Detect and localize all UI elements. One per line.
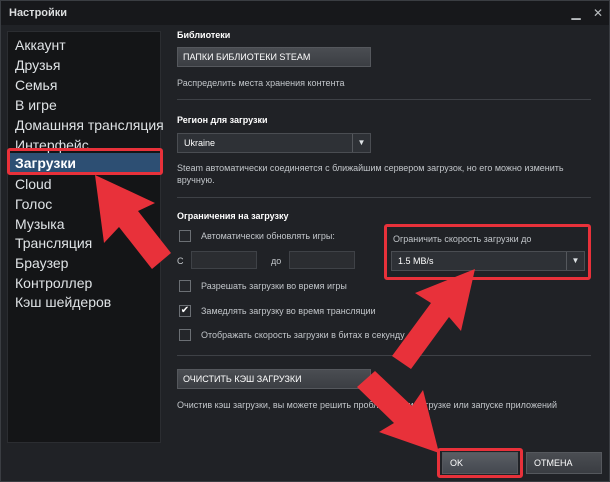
speed-limit-arrow-icon [392,269,475,369]
settings-window: Настройки ▁ ✕ Аккаунт Друзья Семья В игр… [0,0,610,482]
downloads-arrow-icon [95,175,171,269]
ok-arrow-icon [357,371,439,453]
tutorial-arrows [95,175,475,453]
